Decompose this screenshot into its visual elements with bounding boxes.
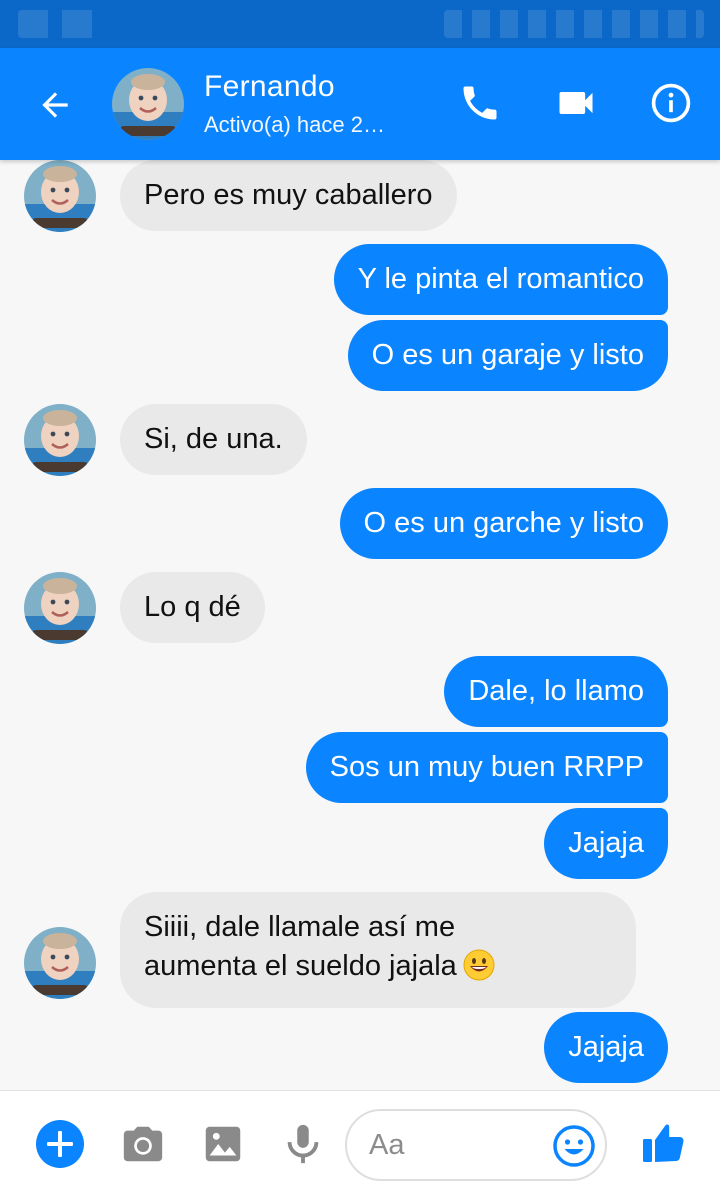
message-bubble-outgoing[interactable]: Jajaja [544, 1012, 668, 1083]
sender-avatar[interactable] [24, 404, 96, 476]
video-call-button[interactable] [551, 78, 601, 128]
message-bubble-outgoing[interactable]: Y le pinta el romantico [333, 244, 668, 315]
contact-name[interactable]: Fernando [204, 70, 335, 104]
more-actions-button[interactable] [34, 1118, 86, 1170]
status-icons-right [444, 10, 704, 38]
image-icon [205, 1126, 241, 1162]
message-bubble-incoming[interactable]: Pero es muy caballero [120, 160, 457, 231]
message-bubble-outgoing[interactable]: O es un garaje y listo [347, 320, 668, 391]
phone-icon [463, 86, 497, 120]
message-bubble-outgoing[interactable]: Jajaja [544, 808, 668, 879]
microphone-icon [287, 1124, 319, 1164]
smiley-icon [553, 1125, 595, 1167]
voice-message-button[interactable] [278, 1119, 328, 1169]
arrow-back-icon [42, 92, 68, 118]
info-button[interactable] [646, 78, 696, 128]
video-camera-icon [559, 92, 593, 114]
message-list[interactable]: Pero es muy caballero Y le pinta el roma… [0, 160, 720, 1090]
message-bubble-outgoing[interactable]: Dale, lo llamo [444, 656, 668, 727]
voice-call-button[interactable] [455, 78, 505, 128]
sender-avatar[interactable] [24, 572, 96, 644]
thumbs-up-icon [643, 1124, 684, 1162]
status-bar [0, 0, 720, 48]
message-text-line: aumenta el sueldo jajala [144, 947, 612, 992]
message-input[interactable] [369, 1125, 549, 1165]
status-icons-left [18, 10, 98, 38]
message-bubble-incoming[interactable]: Lo q dé [120, 572, 265, 643]
conversation-header: Fernando Activo(a) hace 2… [0, 48, 720, 160]
message-text-line: Siiii, dale llamale así me [144, 911, 456, 943]
message-bubble-incoming[interactable]: Siiii, dale llamale así me aumenta el su… [120, 892, 636, 1008]
message-bubble-outgoing[interactable]: Sos un muy buen RRPP [305, 732, 668, 803]
plus-icon [36, 1120, 84, 1168]
message-bubble-outgoing[interactable]: O es un garche y listo [339, 488, 668, 559]
gallery-button[interactable] [198, 1119, 248, 1169]
back-button[interactable] [30, 80, 80, 130]
message-input-container[interactable] [345, 1109, 607, 1181]
sender-avatar[interactable] [24, 160, 96, 232]
camera-button[interactable] [118, 1119, 168, 1169]
emoji-button[interactable] [551, 1123, 597, 1169]
message-bubble-incoming[interactable]: Si, de una. [120, 404, 307, 475]
like-button[interactable] [638, 1117, 690, 1169]
sender-avatar[interactable] [24, 927, 96, 999]
contact-avatar[interactable] [112, 68, 184, 140]
contact-status: Activo(a) hace 2… [204, 112, 385, 137]
grinning-face-emoji-icon [463, 949, 495, 992]
camera-icon [123, 1126, 163, 1162]
info-icon [651, 83, 691, 123]
composer-bar [0, 1090, 720, 1196]
